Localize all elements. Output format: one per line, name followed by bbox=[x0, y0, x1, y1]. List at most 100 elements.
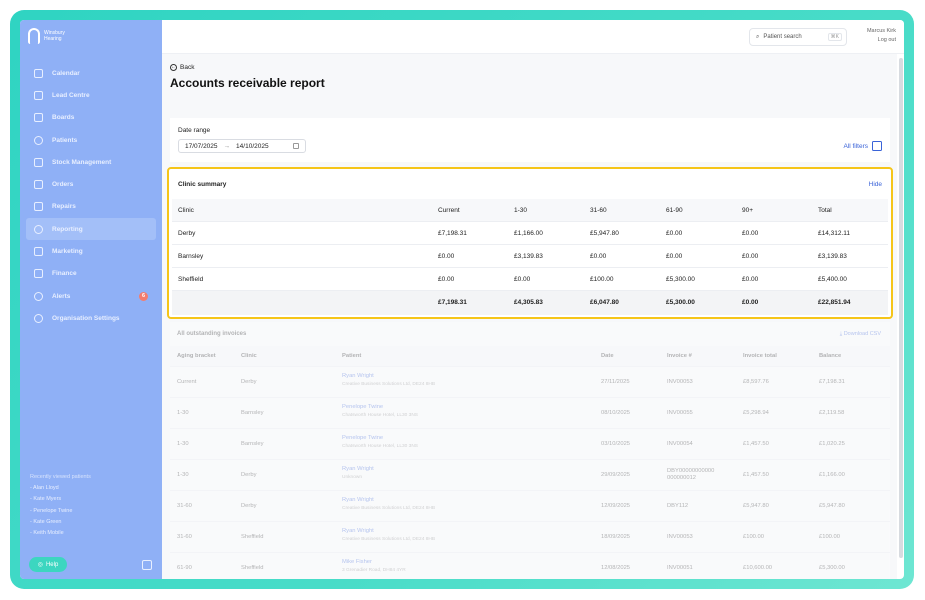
all-filters-label: All filters bbox=[843, 142, 868, 150]
summary-row: Sheffield £0.00 £0.00 £100.00 £5,300.00 £0.00… bbox=[172, 268, 888, 291]
board-icon bbox=[34, 113, 43, 123]
recent-patient-item[interactable]: - Penelope Twine bbox=[30, 506, 91, 517]
invoice-invoice: INV00053 bbox=[667, 534, 693, 540]
invoice-date: 27/11/2025 bbox=[601, 379, 630, 385]
column-header: Invoice total bbox=[743, 353, 777, 359]
invoice-bracket: Current bbox=[177, 379, 197, 385]
clinic-name: Barnsley bbox=[178, 253, 204, 260]
patient-link[interactable]: Ryan Wright bbox=[342, 497, 374, 503]
patient-link[interactable]: Penelope Twine bbox=[342, 404, 383, 410]
amount-cell: £0.00 bbox=[742, 230, 759, 237]
all-filters-button[interactable]: All filters bbox=[843, 141, 882, 151]
patient-search-button[interactable]: ⌕ Patient search ⌘K bbox=[749, 28, 847, 46]
page-title: Accounts receivable report bbox=[170, 76, 325, 90]
amount-cell: £0.00 bbox=[666, 230, 683, 237]
sidebar-item-lead-centre[interactable]: Lead Centre bbox=[26, 84, 156, 106]
patient-link[interactable]: Mike Fisher bbox=[342, 559, 372, 565]
amount-cell: £5,947.80 bbox=[590, 230, 619, 237]
invoices-table: Aging bracket Clinic Patient Date Invoice # I… bbox=[170, 346, 890, 579]
date-range-picker[interactable]: 17/07/2025 → 14/10/2025 bbox=[178, 139, 306, 153]
patient-link[interactable]: Ryan Wright bbox=[342, 466, 374, 472]
sidebar-item-label: Reporting bbox=[52, 225, 83, 233]
hide-summary-button[interactable]: Hide bbox=[869, 181, 882, 188]
sidebar-item-reporting[interactable]: Reporting bbox=[26, 218, 156, 241]
collapse-sidebar-icon[interactable] bbox=[142, 560, 152, 570]
sidebar-item-orders[interactable]: Orders bbox=[26, 173, 156, 195]
invoice-row[interactable]: 31-60 Derby Ryan Wright 12/09/2025 DBY112 £5,… bbox=[170, 491, 890, 522]
headset-icon bbox=[34, 90, 43, 100]
brand-line2: Hearing bbox=[44, 36, 62, 42]
summary-header-row: Clinic Current 1-30 31-60 61-90 90+ Total bbox=[172, 199, 888, 222]
download-csv-button[interactable]: ⤓ Download CSV bbox=[840, 331, 881, 338]
patient-link[interactable]: Penelope Twine bbox=[342, 435, 383, 441]
amount-cell: £0.00 bbox=[666, 253, 683, 260]
sidebar-item-marketing[interactable]: Marketing bbox=[26, 240, 156, 262]
invoice-date: 29/09/2025 bbox=[601, 472, 631, 478]
invoice-row[interactable]: 61-90 Sheffield Mike Fisher 12/08/2025 INV00… bbox=[170, 553, 890, 579]
total-cell: £0.00 bbox=[742, 299, 759, 306]
date-from: 17/07/2025 bbox=[185, 142, 218, 150]
invoice-row[interactable]: 1-30 Barnsley Penelope Twine 08/10/2025 INV0… bbox=[170, 398, 890, 429]
sidebar-item-alerts[interactable]: Alerts 6 bbox=[26, 285, 156, 307]
invoice-invoice: INV00051 bbox=[667, 565, 693, 571]
invoice-clinic: Derby bbox=[241, 503, 257, 509]
patient-link[interactable]: Ryan Wright bbox=[342, 528, 374, 534]
sidebar-item-stock-management[interactable]: Stock Management bbox=[26, 151, 156, 173]
finance-icon bbox=[34, 269, 43, 279]
invoice-row[interactable]: 31-60 Sheffield Ryan Wright 18/09/2025 INV00… bbox=[170, 522, 890, 553]
invoice-invoice: INV00053 bbox=[667, 379, 693, 385]
logout-link[interactable]: Log out bbox=[867, 36, 896, 45]
invoice-total: £100.00 bbox=[743, 534, 764, 540]
help-icon: ◎ bbox=[37, 562, 43, 568]
recent-patient-item[interactable]: - Alan Lloyd bbox=[30, 483, 91, 494]
date-range-label: Date range bbox=[178, 127, 211, 134]
patient-link[interactable]: Ryan Wright bbox=[342, 373, 374, 379]
outstanding-invoices-card: All outstanding invoices ⤓ Download CSV … bbox=[170, 322, 890, 579]
amount-cell: £0.00 bbox=[590, 253, 607, 260]
invoice-total: £1,457.50 bbox=[743, 441, 769, 447]
bell-icon bbox=[34, 291, 43, 301]
sidebar-item-finance[interactable]: Finance bbox=[26, 263, 156, 285]
column-header: Current bbox=[438, 207, 460, 214]
column-header: Invoice # bbox=[667, 353, 692, 359]
wrench-icon bbox=[34, 202, 43, 212]
box-icon bbox=[34, 157, 43, 167]
column-header: Clinic bbox=[178, 207, 194, 214]
back-link[interactable]: ← Back bbox=[170, 64, 194, 71]
patient-company: Chatsworth House Hotel, LL30 3NS bbox=[342, 444, 418, 449]
marketing-icon bbox=[34, 247, 43, 257]
invoice-bracket: 1-30 bbox=[177, 410, 189, 416]
sidebar-item-boards[interactable]: Boards bbox=[26, 107, 156, 129]
help-label: Help bbox=[45, 561, 59, 568]
sidebar-item-organisation-settings[interactable]: Organisation Settings bbox=[26, 307, 156, 329]
invoice-balance: £100.00 bbox=[819, 534, 840, 540]
date-to: 14/10/2025 bbox=[236, 142, 269, 150]
invoice-clinic: Derby bbox=[241, 472, 257, 478]
sidebar-item-repairs[interactable]: Repairs bbox=[26, 196, 156, 218]
invoice-total: £5,298.94 bbox=[743, 410, 769, 416]
recent-patient-item[interactable]: - Kate Green bbox=[30, 517, 91, 528]
invoice-row[interactable]: 1-30 Derby Ryan Wright 29/09/2025 DBY0000000… bbox=[170, 460, 890, 491]
invoice-bracket: 31-60 bbox=[177, 534, 192, 540]
patient-company: 3 Grenadier Road, DH84 4YR bbox=[342, 568, 406, 573]
recent-patient-item[interactable]: - Keith Mobile bbox=[30, 528, 91, 539]
invoice-row[interactable]: Current Derby Ryan Wright 27/11/2025 INV0005… bbox=[170, 367, 890, 398]
column-header: 1-30 bbox=[514, 207, 528, 214]
sidebar-item-label: Organisation Settings bbox=[52, 314, 120, 322]
column-header: 31-60 bbox=[590, 207, 607, 214]
scrollbar[interactable] bbox=[899, 58, 903, 558]
help-button[interactable]: ◎ Help bbox=[29, 557, 67, 572]
amount-cell: £0.00 bbox=[438, 253, 455, 260]
summary-row: Derby £7,198.31 £1,166.00 £5,947.80 £0.00 £0.… bbox=[172, 222, 888, 245]
filter-panel-icon bbox=[872, 141, 882, 151]
invoice-row[interactable]: 1-30 Barnsley Penelope Twine 03/10/2025 INV0… bbox=[170, 429, 890, 460]
invoice-bracket: 1-30 bbox=[177, 472, 189, 478]
sidebar-item-calendar[interactable]: Calendar bbox=[26, 62, 156, 84]
sidebar-item-patients[interactable]: Patients bbox=[26, 129, 156, 151]
recent-patients: Recently viewed patients - Alan Lloyd - … bbox=[30, 472, 91, 539]
recent-patient-item[interactable]: - Kate Myers bbox=[30, 494, 91, 505]
brand-logo[interactable]: Winsbury Hearing bbox=[28, 28, 65, 44]
invoice-date: 12/09/2025 bbox=[601, 503, 631, 509]
invoice-date: 18/09/2025 bbox=[601, 534, 631, 540]
invoice-clinic: Derby bbox=[241, 379, 257, 385]
